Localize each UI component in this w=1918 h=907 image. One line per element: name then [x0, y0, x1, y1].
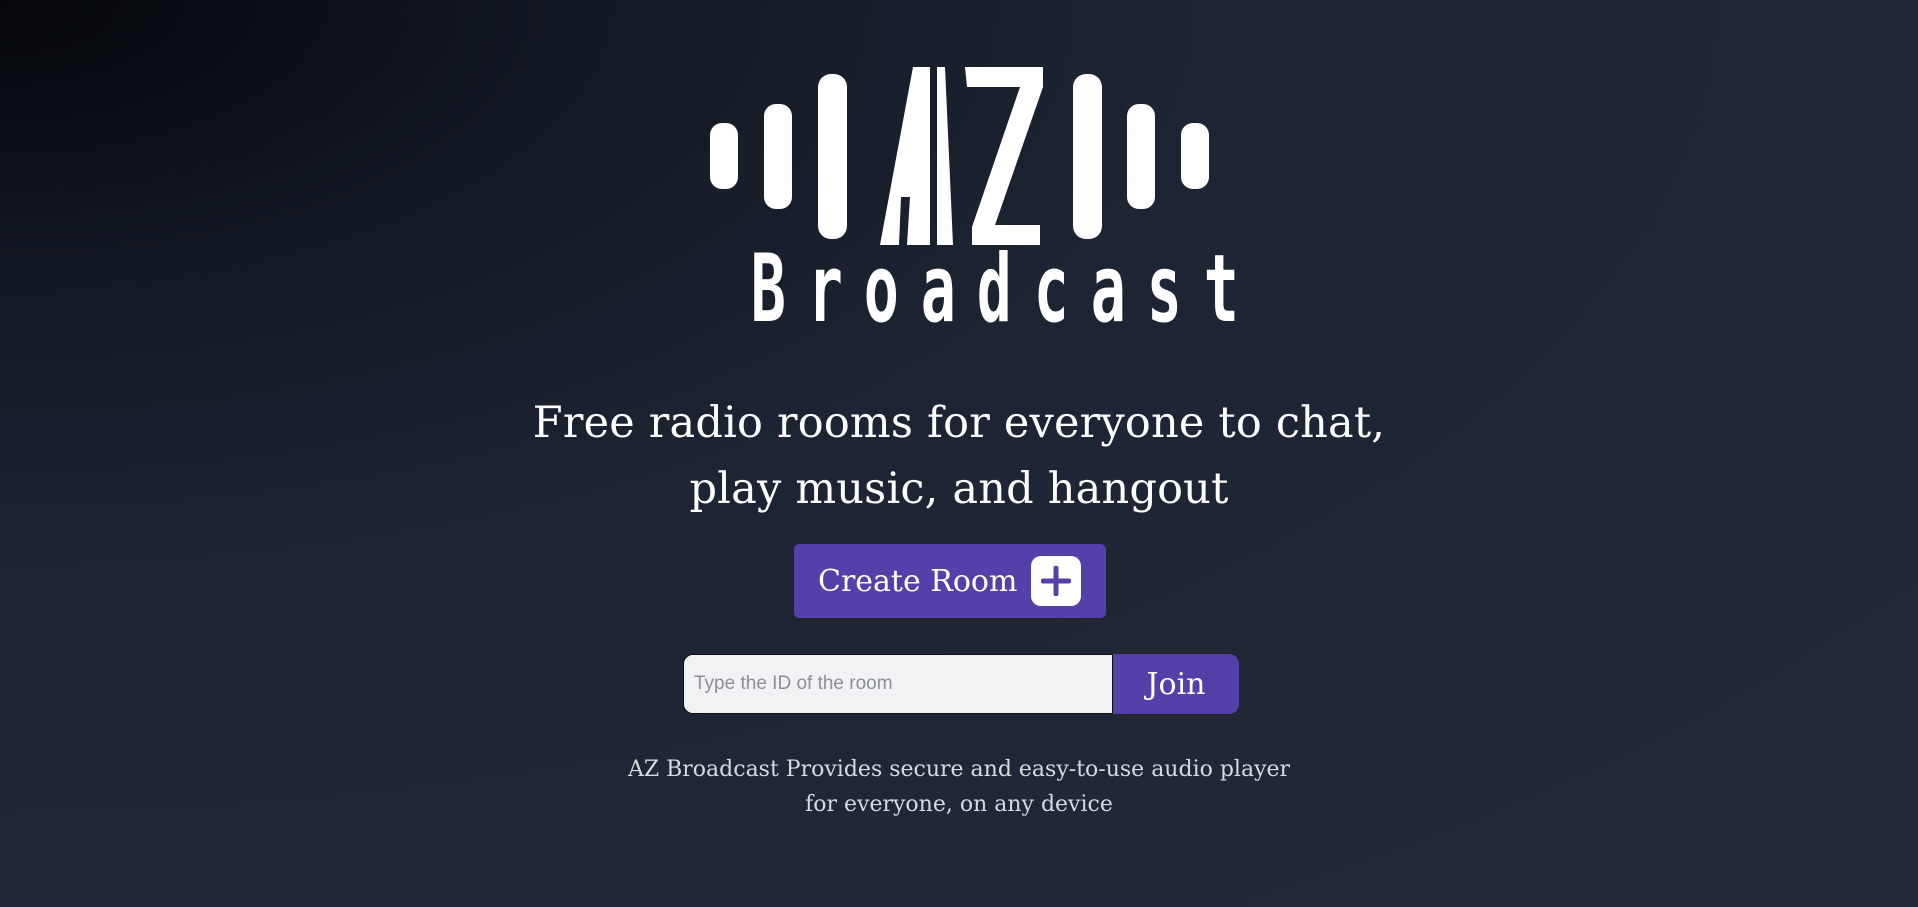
- join-room-form: Join: [683, 654, 1239, 714]
- footer-line-1: AZ Broadcast Provides secure and easy-to…: [627, 757, 1291, 782]
- footer-description: AZ Broadcast Provides secure and easy-to…: [559, 752, 1359, 822]
- logo-bar-4: [1073, 74, 1102, 239]
- logo-bar-2: [764, 104, 792, 209]
- logo-bar-6: [1181, 123, 1209, 189]
- logo-bar-1: [710, 123, 738, 189]
- footer-line-2: for everyone, on any device: [805, 792, 1113, 817]
- logo-bar-3: [818, 74, 847, 239]
- tagline-line-2: play music, and hangout: [689, 464, 1229, 514]
- create-room-button[interactable]: Create Room: [794, 544, 1106, 618]
- create-room-label: Create Room: [818, 563, 1018, 599]
- join-button[interactable]: Join: [1113, 654, 1239, 714]
- room-id-input[interactable]: [683, 654, 1113, 714]
- logo-az-mark: [880, 67, 1043, 245]
- hero-tagline: Free radio rooms for everyone to chat, p…: [459, 390, 1459, 522]
- tagline-line-1: Free radio rooms for everyone to chat,: [532, 398, 1386, 448]
- logo-brand-name: Broadcast: [750, 235, 1239, 344]
- logo-bar-5: [1127, 104, 1155, 209]
- plus-icon: [1031, 556, 1081, 606]
